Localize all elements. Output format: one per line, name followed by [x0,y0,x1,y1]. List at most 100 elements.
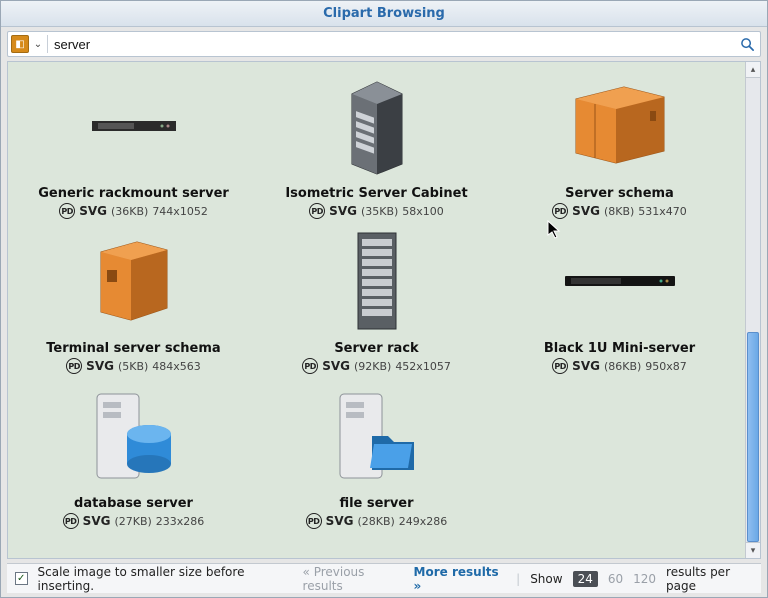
isometric-cabinet-icon [342,76,412,176]
result-dims: 744x1052 [152,205,208,218]
result-size: (28KB) [357,515,394,528]
scale-image-label: Scale image to smaller size before inser… [38,565,293,593]
scroll-up-button[interactable]: ▴ [746,62,760,78]
divider: | [516,572,520,586]
rackmount-server-icon [92,118,176,134]
thumbnail [334,382,420,490]
grid-row: Generic rackmount server PD SVG (36KB) 7… [12,72,741,219]
result-meta: PD SVG (28KB) 249x286 [306,513,448,529]
result-format: SVG [79,204,107,218]
terminal-server-icon [97,240,171,322]
file-server-icon [334,388,420,484]
result-dims: 950x87 [645,360,687,373]
result-format: SVG [83,514,111,528]
result-dims: 233x286 [156,515,205,528]
thumbnail [354,227,400,335]
result-meta: PD SVG (92KB) 452x1057 [302,358,451,374]
result-title: Server schema [565,186,674,201]
grid-row: database server PD SVG (27KB) 233x286 [12,382,741,529]
empty-cell [501,382,739,529]
result-size: (35KB) [361,205,398,218]
results-panel: Generic rackmount server PD SVG (36KB) 7… [7,61,761,559]
result-format: SVG [572,359,600,373]
more-results-link[interactable]: More results » [414,565,507,593]
server-rack-icon [354,231,400,331]
footer-bar: ✓ Scale image to smaller size before ins… [7,563,761,593]
pd-license-icon: PD [309,203,325,219]
result-size: (27KB) [114,515,151,528]
scroll-down-button[interactable]: ▾ [746,542,760,558]
result-dims: 452x1057 [395,360,451,373]
thumbnail [92,72,176,180]
result-meta: PD SVG (8KB) 531x470 [552,203,687,219]
search-input[interactable] [50,37,734,52]
result-size: (86KB) [604,360,641,373]
vertical-scrollbar[interactable]: ▴ ▾ [745,62,760,558]
page-size-120[interactable]: 120 [633,572,656,586]
result-dims: 249x286 [399,515,448,528]
window-title: Clipart Browsing [323,6,445,21]
result-size: (36KB) [111,205,148,218]
result-dims: 58x100 [402,205,444,218]
result-item[interactable]: Generic rackmount server PD SVG (36KB) 7… [15,72,253,219]
rpp-label: results per page [666,565,753,593]
result-dims: 484x563 [152,360,201,373]
result-item[interactable]: Server schema PD SVG (8KB) 531x470 [501,72,739,219]
pd-license-icon: PD [306,513,322,529]
thumbnail [97,227,171,335]
thumbnail [570,72,670,180]
result-meta: PD SVG (5KB) 484x563 [66,358,201,374]
result-format: SVG [326,514,354,528]
pd-license-icon: PD [59,203,75,219]
scroll-track-area[interactable] [746,78,760,542]
result-title: Terminal server schema [46,341,220,356]
thumbnail [565,227,675,335]
result-dims: 531x470 [638,205,687,218]
result-title: Generic rackmount server [38,186,229,201]
show-label: Show [530,572,562,586]
thumbnail [91,382,177,490]
pager: Show 24 60 120 results per page [530,565,753,593]
window-titlebar: Clipart Browsing [1,1,767,27]
result-title: database server [74,496,193,511]
mini-server-icon [565,273,675,289]
result-title: Black 1U Mini-server [544,341,695,356]
source-icon[interactable]: ◧ [11,35,29,53]
page-size-24[interactable]: 24 [573,571,598,587]
result-title: Isometric Server Cabinet [285,186,467,201]
result-format: SVG [322,359,350,373]
pd-license-icon: PD [552,358,568,374]
result-item[interactable]: Server rack PD SVG (92KB) 452x1057 [258,227,496,374]
result-meta: PD SVG (35KB) 58x100 [309,203,444,219]
thumbnail [342,72,412,180]
scale-image-checkbox[interactable]: ✓ [15,572,28,585]
pd-license-icon: PD [66,358,82,374]
previous-results-link: « Previous results [303,565,404,593]
separator [47,35,48,53]
result-item[interactable]: Black 1U Mini-server PD SVG (86KB) 950x8… [501,227,739,374]
result-item[interactable]: Terminal server schema PD SVG (5KB) 484x… [15,227,253,374]
page-size-60[interactable]: 60 [608,572,623,586]
pd-license-icon: PD [302,358,318,374]
result-item[interactable]: database server PD SVG (27KB) 233x286 [15,382,253,529]
result-item[interactable]: Isometric Server Cabinet PD SVG (35KB) 5… [258,72,496,219]
result-item[interactable]: file server PD SVG (28KB) 249x286 [258,382,496,529]
result-format: SVG [86,359,114,373]
pd-license-icon: PD [552,203,568,219]
result-meta: PD SVG (27KB) 233x286 [63,513,205,529]
source-dropdown[interactable]: ⌄ [31,39,45,50]
scroll-thumb[interactable] [747,332,759,542]
result-format: SVG [329,204,357,218]
results-grid: Generic rackmount server PD SVG (36KB) 7… [8,62,745,558]
result-format: SVG [572,204,600,218]
server-schema-icon [570,85,670,167]
search-button[interactable] [734,32,760,56]
search-icon [740,37,755,52]
pd-license-icon: PD [63,513,79,529]
database-server-icon [91,388,177,484]
clipart-browsing-window: Clipart Browsing ◧ ⌄ Generic rackmount s… [0,0,768,598]
result-size: (92KB) [354,360,391,373]
result-title: file server [339,496,413,511]
result-meta: PD SVG (86KB) 950x87 [552,358,687,374]
result-meta: PD SVG (36KB) 744x1052 [59,203,208,219]
